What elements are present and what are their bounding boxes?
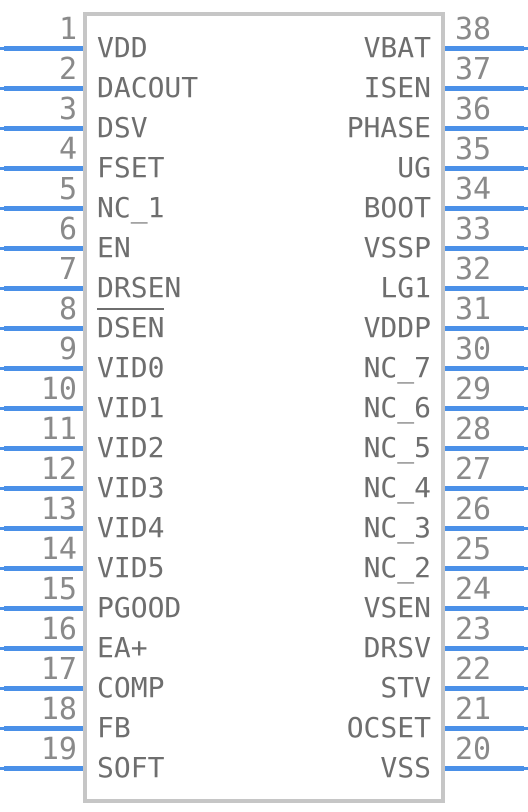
pin-label-nc-6: NC_6 <box>363 391 431 424</box>
pin-number-33: 33 <box>455 212 492 247</box>
pin-number-31: 31 <box>455 292 492 327</box>
pin-number-25: 25 <box>455 532 492 567</box>
pin-number-15: 15 <box>40 572 77 607</box>
pin-number-29: 29 <box>455 372 492 407</box>
pin-label-fb: FB <box>97 711 131 744</box>
ic-pin-diagram: 1 VDD 2 DACOUT 3 DSV 4 FSET 5 NC_1 6 EN 7 DRSEN 8 DSEN 9… <box>0 0 528 812</box>
pin-number-1: 1 <box>58 12 77 47</box>
pin-number-14: 14 <box>40 532 77 567</box>
pin-label-vssp: VSSP <box>363 231 431 264</box>
active-low-overbar: DSEN <box>97 308 165 344</box>
pin-label-fset: FSET <box>97 151 165 184</box>
pin-number-38: 38 <box>455 12 492 47</box>
pin-number-22: 22 <box>455 652 492 687</box>
pin-number-36: 36 <box>455 92 492 127</box>
pin-number-27: 27 <box>455 452 492 487</box>
pin-label-nc-5: NC_5 <box>363 431 431 464</box>
pin-label-drsen: DRSEN <box>97 271 182 304</box>
pin-number-32: 32 <box>455 252 492 287</box>
pin-number-19: 19 <box>40 732 77 767</box>
pin-label-vid4: VID4 <box>97 511 165 544</box>
pin-number-37: 37 <box>455 52 492 87</box>
pin-number-18: 18 <box>40 692 77 727</box>
pin-label-isen: ISEN <box>363 71 431 104</box>
pin-label-vid1: VID1 <box>97 391 165 424</box>
pin-number-10: 10 <box>40 372 77 407</box>
pin-label-vbat: VBAT <box>363 31 431 64</box>
pin-label-boot: BOOT <box>363 191 431 224</box>
pin-label-pgood: PGOOD <box>97 591 182 624</box>
pin-label-en: EN <box>97 231 131 264</box>
pin-label-ocset: OCSET <box>346 711 431 744</box>
pin-label-vss: VSS <box>380 751 431 784</box>
pin-number-9: 9 <box>58 332 77 367</box>
pin-number-35: 35 <box>455 132 492 167</box>
pin-label-soft: SOFT <box>97 751 165 784</box>
pin-label-vdd: VDD <box>97 31 148 64</box>
pin-label-vsen: VSEN <box>363 591 431 624</box>
pin-number-13: 13 <box>40 492 77 527</box>
pin-number-4: 4 <box>58 132 77 167</box>
pin-label-vddp: VDDP <box>363 311 431 344</box>
pin-number-17: 17 <box>40 652 77 687</box>
pin-number-28: 28 <box>455 412 492 447</box>
pin-number-6: 6 <box>58 212 77 247</box>
pin-label-dsen: DSEN <box>97 308 165 344</box>
pin-number-3: 3 <box>58 92 77 127</box>
pin-label-vid0: VID0 <box>97 351 165 384</box>
pin-label-lg1: LG1 <box>380 271 431 304</box>
pin-number-12: 12 <box>40 452 77 487</box>
pin-label-nc-2: NC_2 <box>363 551 431 584</box>
pin-label-vid5: VID5 <box>97 551 165 584</box>
pin-number-20: 20 <box>455 732 492 767</box>
pin-number-26: 26 <box>455 492 492 527</box>
pin-number-8: 8 <box>58 292 77 327</box>
pin-number-11: 11 <box>40 412 77 447</box>
pin-number-30: 30 <box>455 332 492 367</box>
pin-number-16: 16 <box>40 612 77 647</box>
pin-number-5: 5 <box>58 172 77 207</box>
pin-label-nc-7: NC_7 <box>363 351 431 384</box>
pin-number-24: 24 <box>455 572 492 607</box>
pin-number-7: 7 <box>58 252 77 287</box>
pin-number-34: 34 <box>455 172 492 207</box>
pin-label-nc-4: NC_4 <box>363 471 431 504</box>
pin-label-vid3: VID3 <box>97 471 165 504</box>
pin-label-phase: PHASE <box>346 111 431 144</box>
pin-label-nc-1: NC_1 <box>97 191 165 224</box>
pin-label-drsv: DRSV <box>363 631 431 664</box>
pin-label-dsv: DSV <box>97 111 148 144</box>
pin-number-23: 23 <box>455 612 492 647</box>
pin-label-nc-3: NC_3 <box>363 511 431 544</box>
pin-label-vid2: VID2 <box>97 431 165 464</box>
pin-label-ug: UG <box>397 151 431 184</box>
pin-number-21: 21 <box>455 692 492 727</box>
pin-label-comp: COMP <box>97 671 165 704</box>
pin-number-2: 2 <box>58 52 77 87</box>
pin-label-stv: STV <box>380 671 431 704</box>
pin-label-dacout: DACOUT <box>97 71 199 104</box>
pin-label-ea-: EA+ <box>97 631 148 664</box>
